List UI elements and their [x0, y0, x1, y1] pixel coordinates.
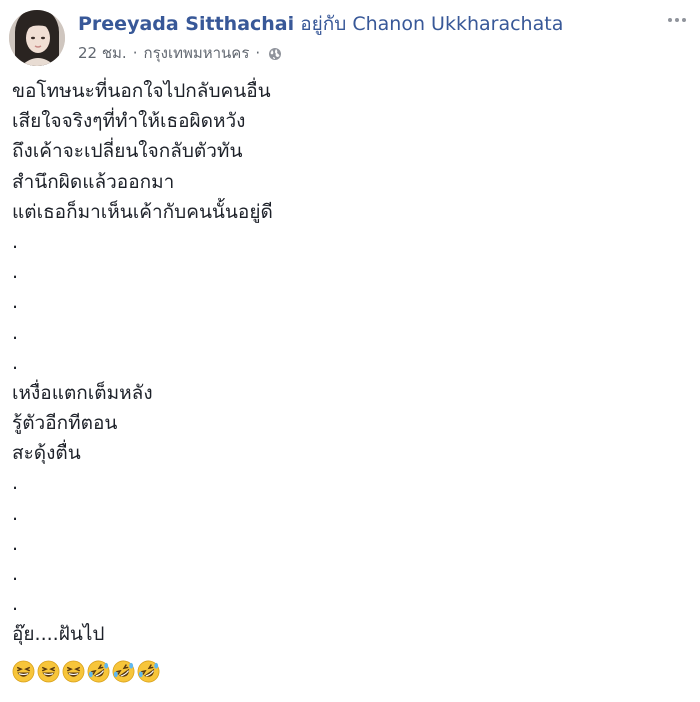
post-text-line: . — [12, 261, 19, 284]
post-location[interactable]: กรุงเทพมหานคร — [143, 43, 249, 63]
post-text-line: อุ๊ย....ฝันไป — [12, 623, 105, 646]
post-text-line: . — [12, 351, 19, 374]
post-text-line: แต่เธอก็มาเห็นเค้ากับคนนั้นอยู่ดี — [12, 200, 273, 223]
post-text-line: รู้ตัวอีกทีตอน — [12, 412, 118, 435]
post-text-line: ถึงเค้าจะเปลี่ยนใจกลับตัวทัน — [12, 140, 243, 163]
grinning-squinting-face-icon — [37, 660, 60, 682]
post-text-line: . — [12, 230, 19, 253]
post-text-line: . — [12, 291, 19, 314]
globe-icon[interactable] — [268, 46, 282, 60]
post-text-line: สะดุ้งตื่น — [12, 442, 81, 465]
post-timestamp[interactable]: 22 ชม. — [78, 43, 127, 63]
post-text-line: . — [12, 563, 19, 585]
post-text-line: . — [12, 532, 19, 555]
with-label: อยู่กับ — [300, 13, 347, 35]
rolling-on-floor-laughing-icon — [87, 660, 110, 682]
post-text-line: . — [12, 502, 19, 525]
post-text-line: สำนึกผิดแล้วออกมา — [12, 170, 175, 193]
post-text-line: . — [12, 321, 19, 344]
post-text-line: ขอโทษนะที่นอกใจไปกลับคนอื่น — [12, 80, 271, 102]
post-text-line: . — [12, 472, 19, 495]
grinning-squinting-face-icon — [12, 660, 35, 682]
post-text-line: เสียใจจริงๆที่ทำให้เธอผิดหวัง — [12, 110, 246, 133]
emoji-row — [12, 657, 160, 685]
post-meta: 22 ชม. · กรุงเทพมหานคร · — [78, 43, 282, 63]
grinning-squinting-face-icon — [62, 660, 85, 682]
avatar-photo — [9, 10, 65, 66]
more-options-icon[interactable] — [666, 14, 688, 28]
tagged-user-link[interactable]: Chanon Ukkharachata — [352, 13, 563, 35]
post-text-line: . — [12, 593, 19, 616]
rolling-on-floor-laughing-icon — [112, 660, 135, 682]
post-body: ขอโทษนะที่นอกใจไปกลับคนอื่น เสียใจจริงๆท… — [12, 76, 682, 650]
meta-separator: · — [132, 44, 138, 62]
rolling-on-floor-laughing-icon — [137, 660, 160, 682]
author-avatar[interactable] — [9, 10, 65, 66]
post-text-line: เหงื่อแตกเต็มหลัง — [12, 381, 153, 404]
meta-separator: · — [255, 44, 261, 62]
facebook-post: Preeyada Sitthachai อยู่กับ Chanon Ukkha… — [0, 0, 700, 702]
post-header: Preeyada Sitthachai อยู่กับ Chanon Ukkha… — [78, 12, 638, 36]
author-name-link[interactable]: Preeyada Sitthachai — [78, 13, 294, 35]
